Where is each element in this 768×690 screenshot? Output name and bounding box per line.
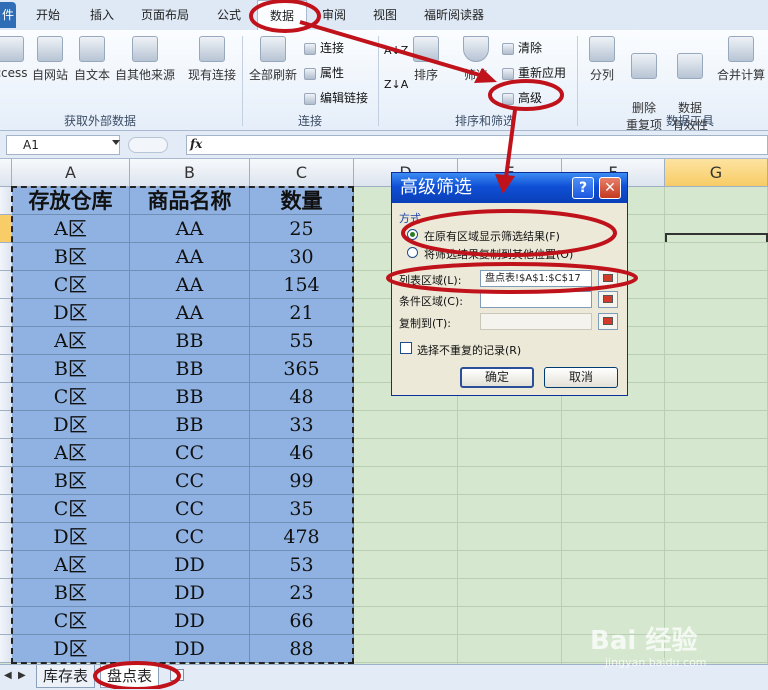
sort-icon (413, 36, 439, 62)
ok-button[interactable]: 确定 (460, 367, 534, 388)
criteria-range-collapse-button[interactable] (598, 291, 618, 308)
copy-to-input[interactable] (480, 313, 592, 330)
group-separator (242, 36, 243, 126)
group-label-connections: 连接 (297, 114, 322, 128)
from-text-button[interactable]: 自文本 (72, 36, 112, 83)
radio-copy-to-label[interactable]: 将筛选结果复制到其他位置(O) (424, 246, 573, 262)
file-tab[interactable]: 件 (0, 2, 16, 28)
from-access-button[interactable]: ccess (0, 36, 28, 80)
radio-in-place-label[interactable]: 在原有区域显示筛选结果(F) (424, 228, 560, 244)
first-sheet-nav-icon[interactable]: ◀ (4, 670, 12, 681)
text-file-icon (79, 36, 105, 62)
formula-bar-slider[interactable] (128, 137, 168, 153)
connections-button[interactable]: 连接 (304, 39, 344, 56)
tab-review[interactable]: 审阅 (322, 0, 346, 30)
criteria-range-label: 条件区域(C): (399, 295, 463, 308)
help-button[interactable]: ? (572, 177, 594, 199)
next-sheet-nav-icon[interactable]: ▶ (18, 670, 26, 681)
select-all-corner[interactable] (0, 159, 12, 187)
advanced-filter-button[interactable]: 高级 (502, 89, 542, 106)
tab-home[interactable]: 开始 (36, 0, 60, 30)
group-separator (577, 36, 578, 126)
properties-button[interactable]: 属性 (304, 64, 344, 81)
unique-records-checkbox[interactable] (400, 342, 412, 354)
sort-button[interactable]: 排序 (408, 36, 444, 83)
criteria-range-input[interactable] (480, 291, 592, 308)
range-select-icon (603, 295, 613, 303)
remove-duplicates-icon (631, 53, 657, 79)
consolidate-icon (728, 36, 754, 62)
column-header-g[interactable]: G (665, 159, 768, 187)
radio-copy-to[interactable] (407, 247, 418, 258)
sort-ascending-button[interactable]: A↓Z (384, 44, 408, 57)
group-label-external: 获取外部数据 (63, 114, 136, 128)
formula-input[interactable] (186, 135, 768, 155)
sheet-tab-inventory[interactable]: 库存表 (36, 665, 96, 688)
gridline (664, 187, 665, 664)
advanced-filter-icon (502, 92, 514, 105)
column-header-b[interactable]: B (130, 159, 250, 187)
insert-function-icon[interactable]: fx (190, 137, 202, 151)
funnel-icon (463, 36, 489, 62)
worksheet-grid[interactable]: A B C D E F G 存放仓库商品名称数量A区AA25B区AA30C区AA… (0, 159, 768, 664)
name-box-dropdown-icon[interactable] (112, 140, 120, 145)
reapply-icon (502, 67, 514, 80)
from-other-sources-button[interactable]: 自其他来源 (114, 36, 176, 83)
filter-button[interactable]: 筛选 (458, 36, 494, 83)
access-icon (0, 36, 24, 62)
list-range-collapse-button[interactable] (598, 270, 618, 287)
tab-formulas[interactable]: 公式 (217, 0, 241, 30)
column-header-c[interactable]: C (250, 159, 354, 187)
edit-links-button[interactable]: 编辑链接 (304, 89, 368, 106)
radio-in-place[interactable] (407, 229, 418, 240)
reapply-button[interactable]: 重新应用 (502, 64, 566, 81)
tab-view[interactable]: 视图 (373, 0, 397, 30)
database-icon (132, 36, 158, 62)
sort-descending-button[interactable]: Z↓A (384, 78, 408, 91)
validation-icon (677, 53, 703, 79)
tab-foxit[interactable]: 福昕阅读器 (424, 0, 484, 30)
insert-sheet-icon[interactable] (170, 669, 184, 681)
unique-records-label[interactable]: 选择不重复的记录(R) (417, 342, 521, 358)
sheet-tab-count[interactable]: 盘点表 (100, 665, 160, 688)
tab-page-layout[interactable]: 页面布局 (141, 0, 189, 30)
copy-to-label: 复制到(T): (399, 317, 452, 330)
close-button[interactable]: ✕ (599, 177, 621, 199)
group-label-data-tools: 数据工具 (665, 114, 714, 128)
range-select-icon (603, 317, 613, 325)
list-range-label: 列表区域(L): (399, 274, 462, 287)
refresh-all-button[interactable]: 全部刷新 (246, 36, 300, 83)
properties-icon (304, 67, 316, 80)
consolidate-button[interactable]: 合并计算 (714, 36, 768, 83)
group-label-sort-filter: 排序和筛选 (454, 114, 515, 128)
group-separator (378, 36, 379, 126)
tab-data[interactable]: 数据 (257, 0, 308, 30)
from-web-button[interactable]: 自网站 (30, 36, 70, 83)
connection-file-icon (199, 36, 225, 62)
web-icon (37, 36, 63, 62)
tab-insert[interactable]: 插入 (90, 0, 114, 30)
name-box[interactable]: A1 (6, 135, 120, 155)
chain-icon (304, 92, 316, 105)
clear-filter-icon (502, 42, 514, 55)
copy-selection-border (11, 186, 354, 664)
clear-button[interactable]: 清除 (502, 39, 542, 56)
range-select-icon (603, 274, 613, 282)
list-range-input[interactable]: 盘点表!$A$1:$C$17 (480, 270, 592, 287)
copy-to-collapse-button[interactable] (598, 313, 618, 330)
baidu-watermark: Bai 经验 (590, 626, 698, 656)
watermark-url: jingyan.baidu.com (605, 656, 707, 669)
existing-connections-button[interactable]: 现有连接 (184, 36, 240, 83)
method-group-label: 方式 (399, 212, 421, 225)
refresh-icon (260, 36, 286, 62)
active-cell-g2[interactable] (665, 233, 768, 242)
cancel-button[interactable]: 取消 (544, 367, 618, 388)
link-icon (304, 42, 316, 55)
split-columns-icon (589, 36, 615, 62)
text-to-columns-button[interactable]: 分列 (584, 36, 620, 83)
column-header-a[interactable]: A (12, 159, 130, 187)
